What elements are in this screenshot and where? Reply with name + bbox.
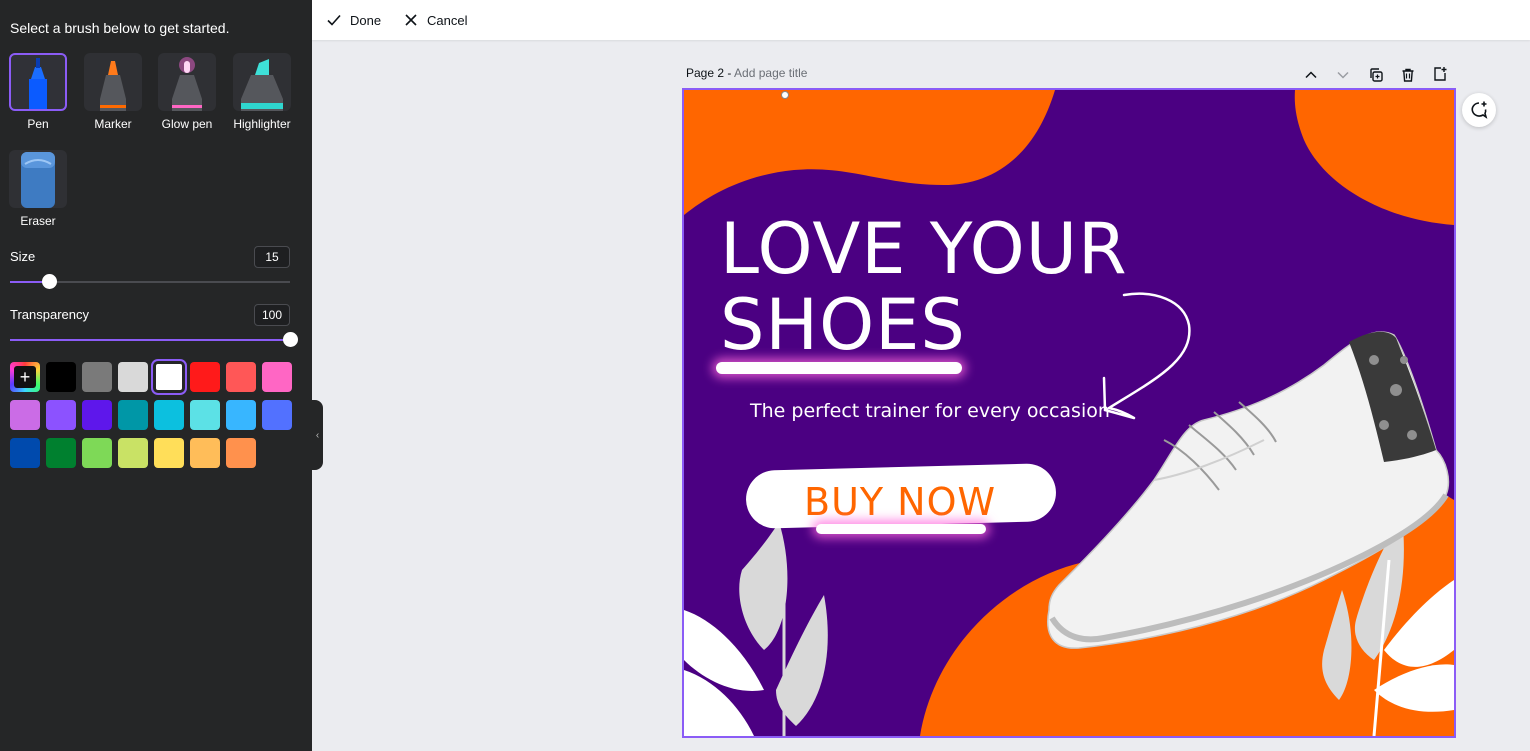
tagline-text[interactable]: The perfect trainer for every occasion [750, 400, 1110, 422]
transparency-slider[interactable] [10, 332, 298, 347]
brush-label: Glow pen [161, 117, 213, 131]
color-swatch[interactable] [46, 400, 76, 430]
add-comment-button[interactable] [1462, 93, 1496, 127]
color-swatch[interactable] [262, 362, 292, 392]
leaves-left [684, 522, 828, 736]
design-canvas[interactable]: LOVE YOUR SHOES The perfect trainer for … [682, 88, 1456, 738]
transparency-slider-knob[interactable] [283, 332, 298, 347]
color-swatch[interactable] [226, 362, 256, 392]
color-swatch[interactable] [46, 362, 76, 392]
brush-label: Highlighter [233, 117, 291, 131]
color-swatch[interactable] [190, 400, 220, 430]
trash-icon [1402, 68, 1414, 82]
color-swatch[interactable] [226, 400, 256, 430]
page-number-label: Page 2 - [686, 66, 732, 80]
size-slider[interactable] [10, 274, 290, 289]
eraser-brush-icon [9, 150, 67, 208]
duplicate-page-button[interactable] [1366, 65, 1386, 85]
cta-text[interactable]: BUY NOW [804, 480, 996, 524]
color-swatch[interactable] [154, 438, 184, 468]
page-header: Page 2 - Add page title [686, 66, 807, 80]
brush-eraser[interactable]: Eraser [9, 150, 67, 228]
color-swatch[interactable] [82, 362, 112, 392]
panel-intro-text: Select a brush below to get started. [10, 20, 230, 36]
glow-underline-cta[interactable] [816, 524, 986, 534]
highlighter-brush-icon [233, 53, 291, 111]
glow-pen-brush-icon [158, 53, 216, 111]
color-swatch[interactable] [118, 438, 148, 468]
cancel-label: Cancel [427, 12, 468, 28]
check-icon [327, 14, 341, 26]
transparency-label: Transparency [10, 307, 89, 322]
color-swatch[interactable] [154, 400, 184, 430]
brush-label: Marker [94, 117, 132, 131]
move-page-up-button[interactable] [1301, 65, 1321, 85]
size-label: Size [10, 249, 36, 264]
brush-pen[interactable]: Pen [9, 53, 67, 131]
color-swatch[interactable] [118, 362, 148, 392]
chevron-up-icon [1305, 71, 1317, 79]
transparency-input[interactable]: 100 [254, 304, 290, 326]
rotate-handle[interactable] [781, 91, 789, 99]
color-swatch[interactable] [118, 400, 148, 430]
brush-highlighter[interactable]: Highlighter [233, 53, 291, 131]
color-swatch[interactable] [226, 438, 256, 468]
color-swatch[interactable] [46, 438, 76, 468]
transparency-slider-fill [10, 339, 290, 341]
marker-brush-icon [84, 53, 142, 111]
add-page-icon [1434, 67, 1447, 81]
plus-icon: + [19, 367, 31, 387]
color-swatch[interactable] [10, 438, 40, 468]
color-swatch[interactable] [190, 362, 220, 392]
chevron-left-icon: ‹ [315, 429, 320, 441]
size-slider-knob[interactable] [42, 274, 57, 289]
glow-underline-headline[interactable] [716, 362, 962, 374]
draw-panel: Select a brush below to get started. Pen… [0, 0, 312, 751]
duplicate-icon [1370, 68, 1383, 82]
done-label: Done [350, 12, 382, 28]
chevron-down-icon [1337, 71, 1349, 79]
brush-label: Eraser [20, 214, 56, 228]
cancel-button[interactable]: Cancel [403, 9, 467, 31]
add-page-button[interactable] [1430, 64, 1450, 84]
size-input[interactable]: 15 [254, 246, 290, 268]
color-swatch[interactable] [10, 400, 40, 430]
move-page-down-button[interactable] [1333, 65, 1353, 85]
comment-add-icon [1471, 101, 1488, 119]
brush-label: Pen [27, 117, 49, 131]
headline-line-1[interactable]: LOVE YOUR [720, 214, 1128, 284]
delete-page-button[interactable] [1398, 65, 1418, 85]
color-swatch[interactable] [151, 359, 187, 395]
brush-marker[interactable]: Marker [84, 53, 142, 131]
orange-blob-top-right [1294, 90, 1454, 225]
pen-brush-icon [9, 53, 67, 111]
page-title-input[interactable]: Add page title [734, 66, 807, 80]
color-swatch[interactable] [82, 400, 112, 430]
top-toolbar: Done Cancel [312, 0, 1530, 40]
color-swatch[interactable] [190, 438, 220, 468]
close-icon [405, 14, 417, 26]
add-color-button[interactable]: + [10, 362, 40, 392]
headline-line-2[interactable]: SHOES [720, 290, 966, 360]
collapse-panel-button[interactable]: ‹ [312, 400, 323, 470]
done-button[interactable]: Done [326, 9, 381, 31]
drawn-arrow [1102, 292, 1191, 420]
color-swatch[interactable] [82, 438, 112, 468]
orange-blob-top-left [684, 90, 1055, 215]
brush-glow-pen[interactable]: Glow pen [158, 53, 216, 131]
color-swatch[interactable] [262, 400, 292, 430]
